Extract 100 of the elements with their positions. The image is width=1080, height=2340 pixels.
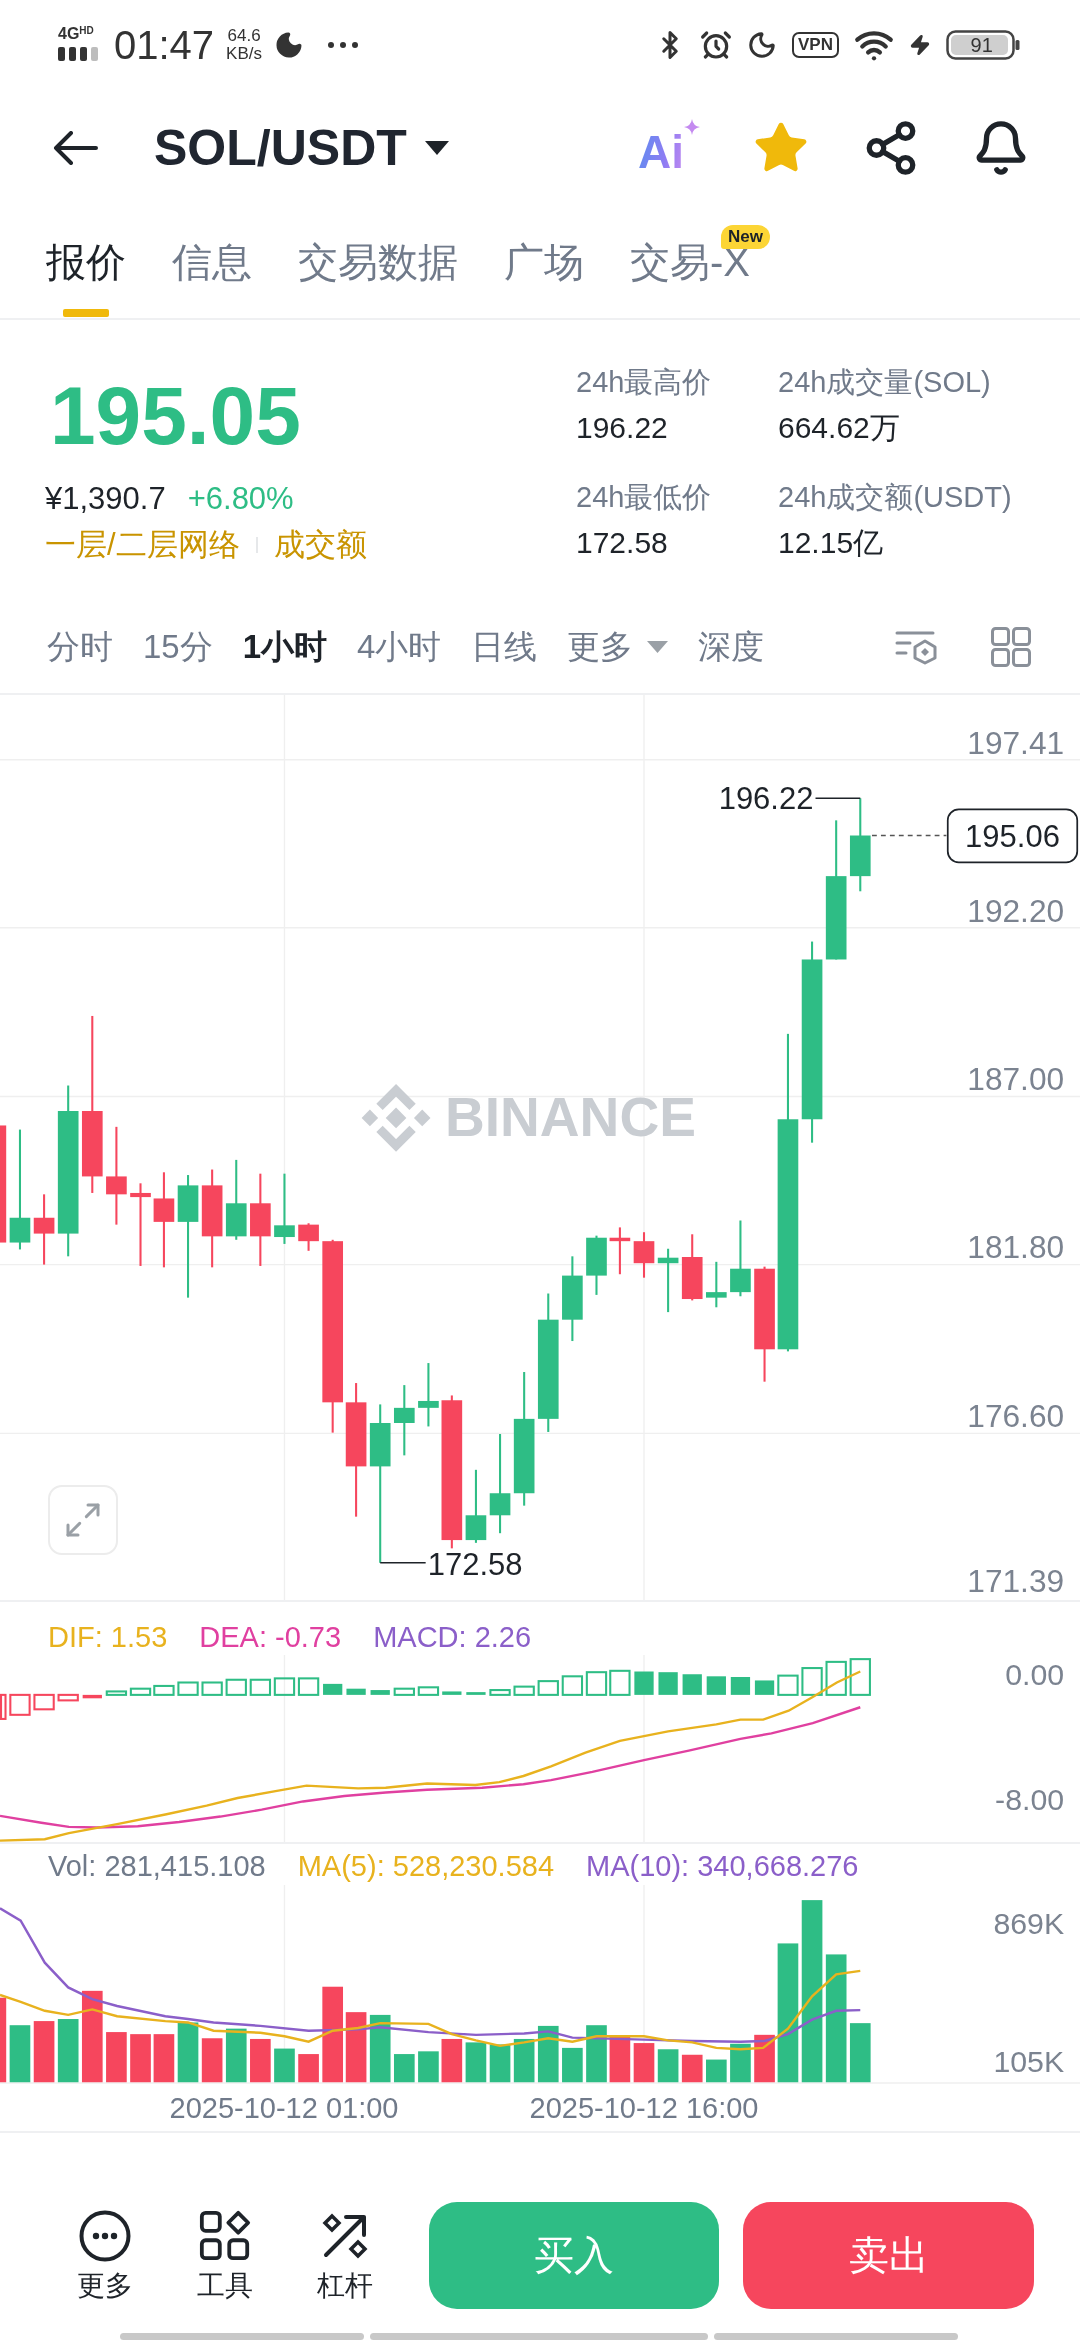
volume-bar [153,2034,175,2083]
network-speed-unit: KB/s [226,45,262,63]
stat-value: 196.22 [576,410,668,446]
volume-bar [394,2054,415,2083]
volume-bar [298,2054,319,2083]
leader-line [814,797,861,799]
back-arrow-icon[interactable] [52,130,98,165]
pair-selector[interactable]: SOL/USDT [154,118,449,177]
macd-legend-text: MACD: 2.26 [373,1620,532,1655]
macd-bar [466,1692,486,1695]
ellipsis-circle-icon [78,2210,131,2262]
volume-bar [754,2034,775,2083]
cny-price: ¥1,390.7 [45,480,166,518]
low-price-label: 172.58 [427,1546,523,1582]
candlestick [33,1194,55,1265]
logo-icon [361,1084,431,1152]
volume-bar [441,2038,463,2083]
macd-legend-text: DEA: -0.73 [199,1620,342,1655]
price-axis-label: 187.00 [967,1061,1065,1098]
macd-bar [609,1669,631,1696]
page-tab[interactable]: 报价 [46,205,126,318]
candlestick [706,1261,727,1308]
interval-tab[interactable]: 分时 [47,625,113,668]
volume-bar [609,2036,631,2083]
grid-icon[interactable] [991,626,1031,667]
macd-bar [561,1675,584,1696]
charging-bolt-icon [909,34,931,56]
toolbar-action[interactable]: 工具 [169,2202,280,2309]
interval-tab[interactable]: 深度 [698,625,765,668]
macd-bar [0,1693,7,1720]
time-axis-label: 2025-10-12 16:00 [529,2091,759,2126]
page-tab[interactable]: 信息 [172,205,252,318]
volume-bar [106,2032,127,2083]
volume-bar [345,2012,367,2083]
sell-button[interactable]: 卖出 [743,2202,1034,2309]
info-link[interactable]: 成交额 [273,525,367,565]
last-price-tag: 195.06 [946,808,1079,864]
macd-bar [730,1677,751,1695]
macd-bar [585,1671,608,1696]
macd-bar [537,1680,559,1696]
time-axis-label: 2025-10-12 01:00 [169,2091,399,2126]
clock-time: 01:47 [114,23,215,67]
toolbar-action[interactable]: 更多 [50,2202,160,2309]
volume-axis-label: 105K [993,2044,1065,2078]
stat-label: 24h最低价 [576,480,712,515]
sparkle-icon [684,118,700,135]
info-link[interactable]: 一层/二层网络 [45,525,240,565]
volume-bar [33,2021,55,2083]
page-tab[interactable]: 交易数据 [298,205,458,318]
macd-bar [82,1694,102,1699]
macd-bar [825,1660,847,1696]
macd-bar [777,1674,799,1696]
page-tab[interactable]: 交易-X New [630,205,770,318]
ellipsis-icon [328,42,358,48]
macd-bar [273,1677,296,1696]
page-tab[interactable]: 广场 [504,205,584,318]
macd-bar [658,1672,678,1695]
caret-icon [424,140,449,155]
interval-tab[interactable]: 4小时 [357,625,442,668]
macd-bar [370,1690,390,1695]
price-axis-label: 192.20 [967,892,1065,929]
interval-tab[interactable]: 15分 [143,625,213,668]
macd-bar [153,1684,175,1696]
macd-bar [634,1671,654,1695]
volume-bar [57,2019,79,2083]
price-axis-label: 171.39 [967,1563,1065,1600]
battery-percent: 91 [970,35,993,55]
interval-tab[interactable]: 日线 [471,625,538,668]
macd-bar [177,1681,199,1696]
volume-bar [225,2028,247,2083]
candlestick [609,1227,631,1275]
volume-bar [537,2025,559,2083]
volume-bar [730,2043,751,2083]
last-price: 195.05 [50,375,301,457]
new-badge: New [721,225,770,249]
stat-value: 12.15亿 [778,525,884,561]
moon-icon [274,30,304,60]
macd-bar [33,1693,55,1711]
expand-button[interactable] [48,1485,118,1555]
price-axis-label: 181.80 [967,1229,1065,1266]
buy-button[interactable]: 买入 [428,2202,720,2309]
volume-bar [489,2044,511,2083]
macd-bar [393,1687,415,1696]
volume-bar [9,2025,31,2083]
volume-legend-text: Vol: 281,415.108 [48,1849,266,1884]
alarm-clock-icon [700,29,733,61]
interval-tab[interactable]: 1小时 [242,625,328,668]
volume-bar [369,2014,391,2083]
macd-bar [489,1689,511,1696]
volume-bar [513,2038,535,2083]
macd-bar [57,1693,79,1702]
caret-icon [647,640,669,653]
toolbar-action[interactable]: 杠杆 [289,2202,400,2309]
shapes-icon [198,2210,251,2262]
volume-bar [130,2034,151,2083]
macd-axis-label: 0.00 [1005,1657,1065,1691]
stat-label: 24h最高价 [576,365,712,400]
interval-tab[interactable]: 更多 [567,625,669,668]
macd-bar [249,1678,272,1696]
volume-bar [274,2048,295,2083]
